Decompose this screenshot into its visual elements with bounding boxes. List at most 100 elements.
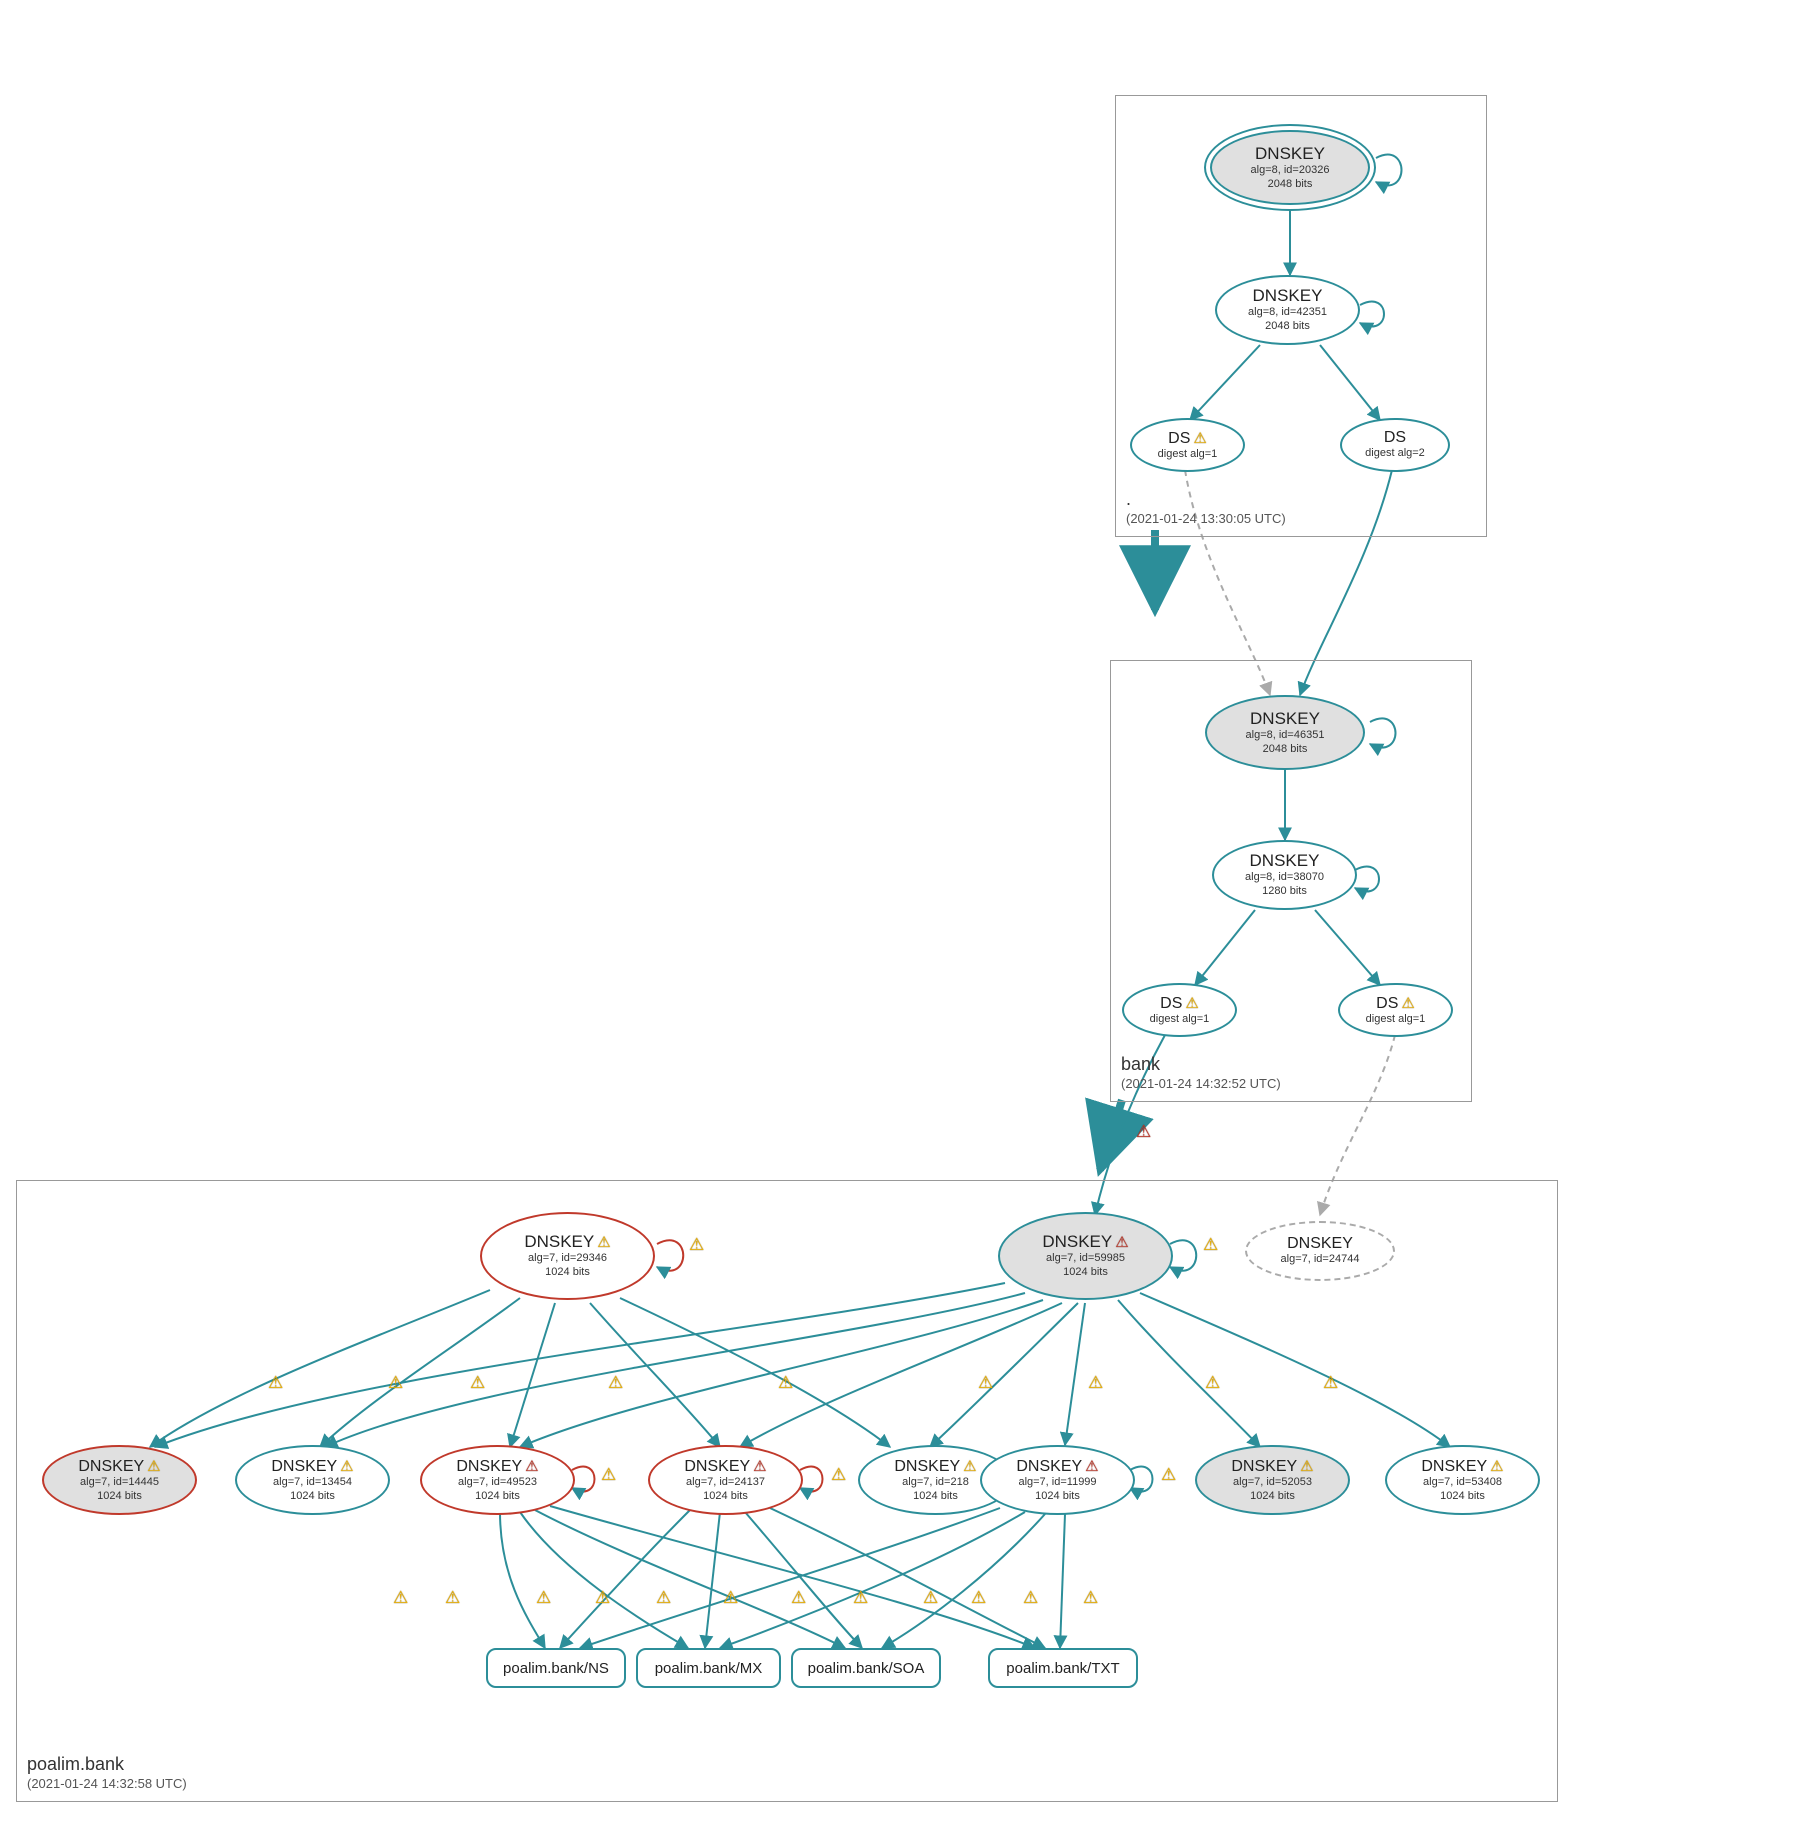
node-p-r6: DNSKEY⚠ alg=7, id=11999 1024 bits [980,1445,1135,1515]
p-r7-title: DNSKEY [1231,1458,1297,1475]
p-r2-bits: 1024 bits [290,1490,335,1504]
p-r5-meta: alg=7, id=218 [902,1476,969,1490]
p-r7-bits: 1024 bits [1250,1490,1295,1504]
bank-ds1-title: DS [1160,995,1182,1012]
warning-icon: ⚠ [340,1457,353,1475]
p-r6-title: DNSKEY [1016,1458,1082,1475]
p-r4-title: DNSKEY [684,1458,750,1475]
warning-icon: ⚠ [445,1588,460,1608]
p-r8-meta: alg=7, id=53408 [1423,1476,1502,1490]
p-ksk-a-meta: alg=7, id=29346 [528,1252,607,1266]
p-r8-title: DNSKEY [1421,1458,1487,1475]
zone-root-name: . [1126,489,1131,509]
node-poalim-stub: DNSKEY alg=7, id=24744 [1245,1221,1395,1281]
p-r2-meta: alg=7, id=13454 [273,1476,352,1490]
p-r1-meta: alg=7, id=14445 [80,1476,159,1490]
root-ds1-title: DS [1168,430,1190,447]
p-r2-title: DNSKEY [271,1458,337,1475]
bank-ds2-meta: digest alg=1 [1366,1013,1426,1027]
warning-icon: ⚠ [1401,994,1414,1012]
error-icon: ⚠ [753,1457,766,1475]
p-r4-bits: 1024 bits [703,1490,748,1504]
p-r7-meta: alg=7, id=52053 [1233,1476,1312,1490]
warning-icon: ⚠ [1185,994,1198,1012]
warning-icon: ⚠ [1193,429,1206,447]
p-r5-title: DNSKEY [894,1458,960,1475]
bank-ds2-title: DS [1376,995,1398,1012]
bank-ksk-title: DNSKEY [1250,709,1320,729]
leaf-ns: poalim.bank/NS [486,1648,626,1688]
p-ksk-a-bits: 1024 bits [545,1266,590,1280]
warning-icon: ⚠ [1088,1373,1103,1393]
warning-icon: ⚠ [601,1465,616,1485]
bank-ksk-meta: alg=8, id=46351 [1246,729,1325,743]
error-icon: ⚠ [1136,1122,1151,1142]
warning-icon: ⚠ [268,1373,283,1393]
node-p-r8: DNSKEY⚠ alg=7, id=53408 1024 bits [1385,1445,1540,1515]
warning-icon: ⚠ [608,1373,623,1393]
warning-icon: ⚠ [536,1588,551,1608]
p-r3-title: DNSKEY [456,1458,522,1475]
node-poalim-ksk-a: DNSKEY⚠ alg=7, id=29346 1024 bits [480,1212,655,1300]
p-r6-bits: 1024 bits [1035,1490,1080,1504]
p-r4-meta: alg=7, id=24137 [686,1476,765,1490]
root-ksk-bits: 2048 bits [1268,178,1313,192]
warning-icon: ⚠ [689,1235,704,1255]
node-root-ds1: DS⚠ digest alg=1 [1130,418,1245,472]
p-r1-bits: 1024 bits [97,1490,142,1504]
warning-icon: ⚠ [1490,1457,1503,1475]
bank-zsk-meta: alg=8, id=38070 [1245,871,1324,885]
node-bank-zsk: DNSKEY alg=8, id=38070 1280 bits [1212,840,1357,910]
bank-zsk-title: DNSKEY [1250,851,1320,871]
bank-ds1-meta: digest alg=1 [1150,1013,1210,1027]
node-poalim-ksk-b: DNSKEY⚠ alg=7, id=59985 1024 bits [998,1212,1173,1300]
node-bank-ds1: DS⚠ digest alg=1 [1122,983,1237,1037]
warning-icon: ⚠ [923,1588,938,1608]
node-bank-ksk: DNSKEY alg=8, id=46351 2048 bits [1205,695,1365,770]
warning-icon: ⚠ [831,1465,846,1485]
node-p-r3: DNSKEY⚠ alg=7, id=49523 1024 bits [420,1445,575,1515]
warning-icon: ⚠ [388,1373,403,1393]
warning-icon: ⚠ [597,1233,610,1251]
root-ds2-title: DS [1384,429,1406,447]
bank-ksk-bits: 2048 bits [1263,743,1308,757]
root-ksk-title: DNSKEY [1255,144,1325,164]
p-ksk-b-bits: 1024 bits [1063,1266,1108,1280]
node-bank-ds2: DS⚠ digest alg=1 [1338,983,1453,1037]
p-ksk-b-meta: alg=7, id=59985 [1046,1252,1125,1266]
node-p-r7: DNSKEY⚠ alg=7, id=52053 1024 bits [1195,1445,1350,1515]
node-p-r4: DNSKEY⚠ alg=7, id=24137 1024 bits [648,1445,803,1515]
p-ksk-b-title: DNSKEY [1042,1232,1112,1251]
root-ds2-meta: digest alg=2 [1365,447,1425,461]
leaf-txt: poalim.bank/TXT [988,1648,1138,1688]
root-ksk-meta: alg=8, id=20326 [1251,164,1330,178]
warning-icon: ⚠ [1083,1588,1098,1608]
warning-icon: ⚠ [963,1457,976,1475]
leaf-soa: poalim.bank/SOA [791,1648,941,1688]
warning-icon: ⚠ [1323,1373,1338,1393]
p-r5-bits: 1024 bits [913,1490,958,1504]
node-p-r2: DNSKEY⚠ alg=7, id=13454 1024 bits [235,1445,390,1515]
p-r1-title: DNSKEY [78,1458,144,1475]
root-zsk-meta: alg=8, id=42351 [1248,306,1327,320]
error-icon: ⚠ [525,1457,538,1475]
warning-icon: ⚠ [978,1373,993,1393]
error-icon: ⚠ [1085,1457,1098,1475]
warning-icon: ⚠ [778,1373,793,1393]
warning-icon: ⚠ [1023,1588,1038,1608]
root-zsk-title: DNSKEY [1253,286,1323,306]
p-r3-bits: 1024 bits [475,1490,520,1504]
warning-icon: ⚠ [723,1588,738,1608]
warning-icon: ⚠ [393,1588,408,1608]
node-root-ds2: DS digest alg=2 [1340,418,1450,472]
zone-poalim-name: poalim.bank [27,1754,124,1774]
leaf-mx: poalim.bank/MX [636,1648,781,1688]
warning-icon: ⚠ [1203,1235,1218,1255]
p-ksk-a-title: DNSKEY [524,1232,594,1251]
warning-icon: ⚠ [470,1373,485,1393]
node-root-ksk: DNSKEY alg=8, id=20326 2048 bits [1210,130,1370,205]
warning-icon: ⚠ [971,1588,986,1608]
warning-icon: ⚠ [1205,1373,1220,1393]
zone-poalim-timestamp: (2021-01-24 14:32:58 UTC) [27,1776,187,1791]
zone-root-timestamp: (2021-01-24 13:30:05 UTC) [1126,511,1286,526]
